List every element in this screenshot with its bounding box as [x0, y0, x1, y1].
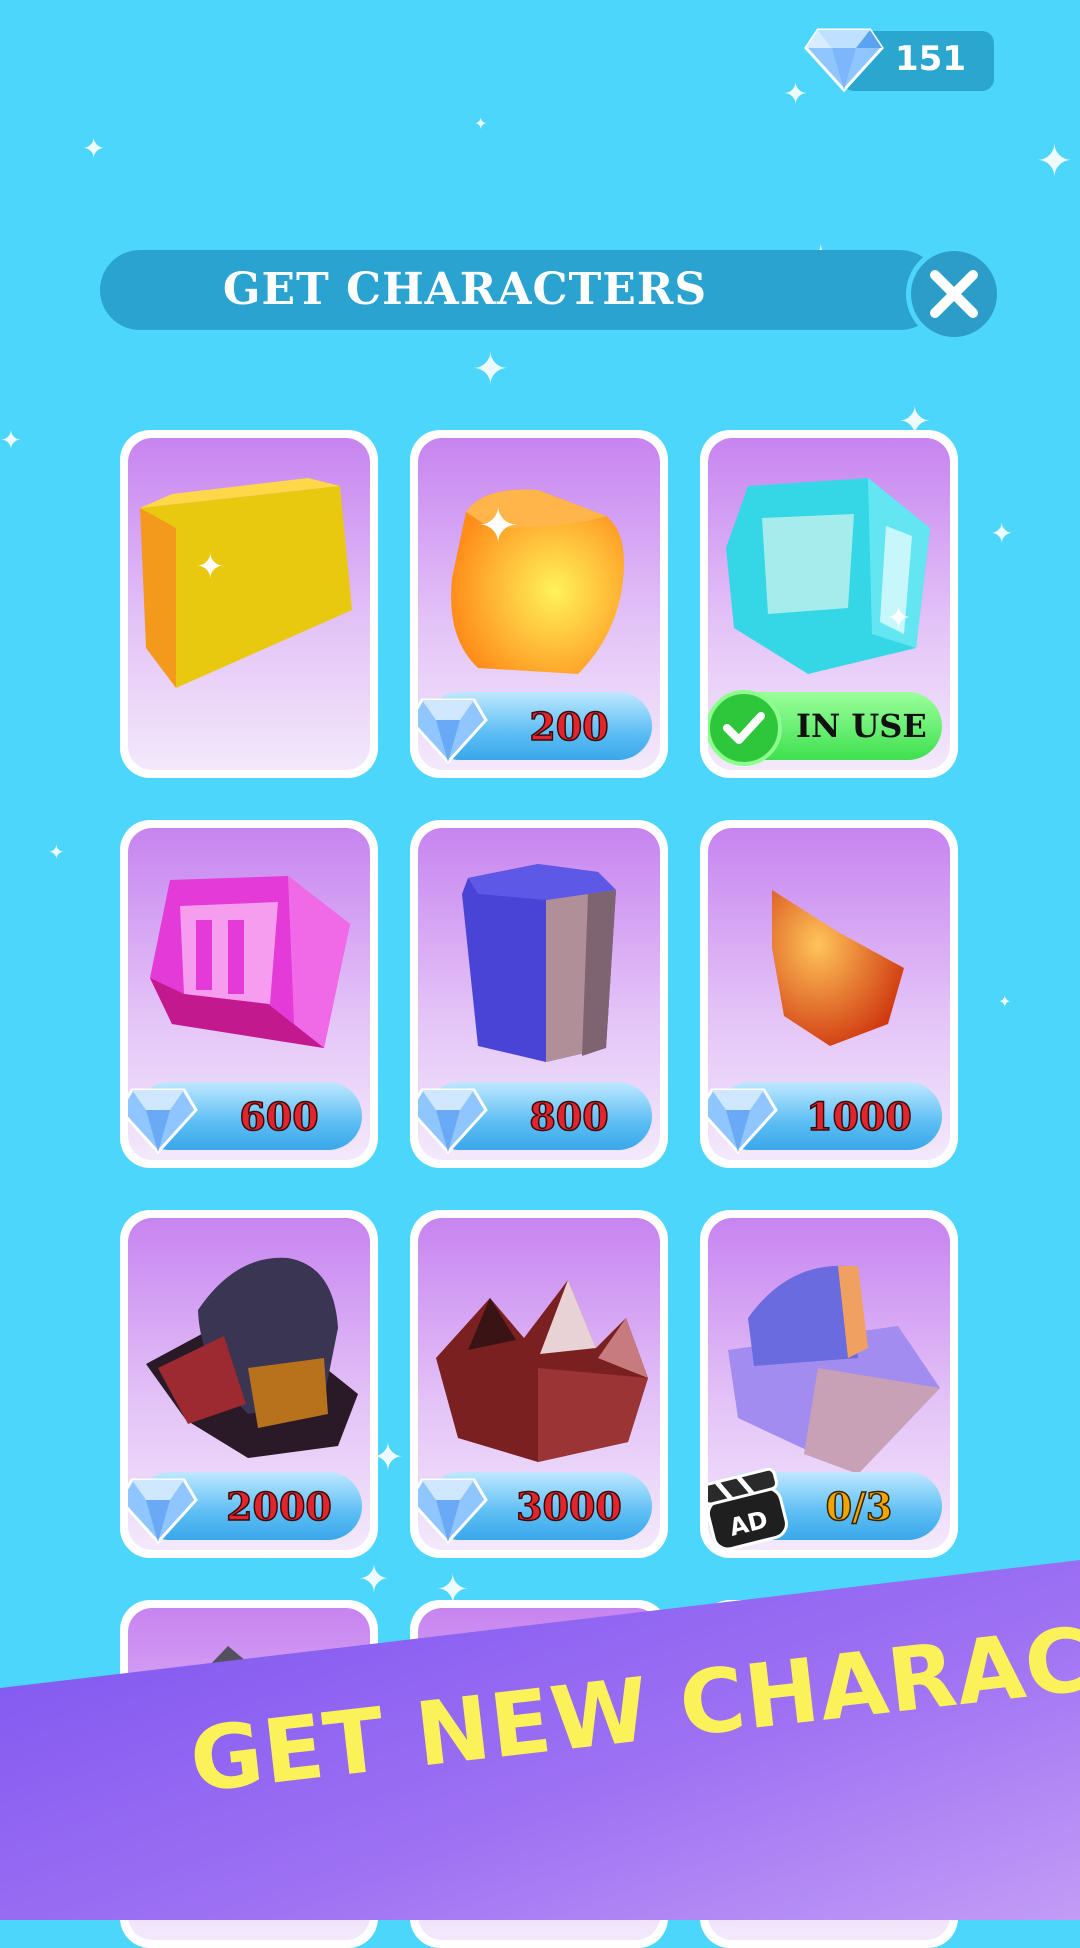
diamond-icon — [128, 1088, 198, 1155]
character-card-red-crown[interactable]: 3000 — [410, 1210, 668, 1558]
character-card-blue-prism[interactable]: 800 — [410, 820, 668, 1168]
sparkle: ✦ — [1036, 136, 1073, 187]
diamond-icon — [418, 1088, 488, 1155]
sparkle: ✦ — [48, 840, 65, 864]
price-label: 800 — [529, 1093, 610, 1140]
diamond-icon — [708, 1088, 778, 1155]
diamond-icon — [128, 1478, 198, 1545]
character-card-lilac-block[interactable]: 0/3 AD — [700, 1210, 958, 1558]
character-card-dark-rock[interactable]: 2000 — [120, 1210, 378, 1558]
character-card-pink-gem[interactable]: 600 — [120, 820, 378, 1168]
svg-text:✦: ✦ — [196, 547, 225, 587]
character-card-yellow-cube[interactable]: ✦ — [120, 430, 378, 778]
yellow-cube-art: ✦ — [140, 478, 352, 688]
svg-text:✦: ✦ — [478, 498, 518, 554]
character-card-orange-cube[interactable]: ✦ 200 — [410, 430, 668, 778]
checkmark-icon — [708, 690, 782, 766]
sparkle: ✦ — [0, 426, 22, 456]
price-label: 2000 — [225, 1483, 332, 1530]
diamond-icon — [418, 1478, 488, 1545]
price-label: 3000 — [515, 1483, 622, 1530]
sparkle: ✦ — [998, 992, 1012, 1011]
character-card-orange-shard[interactable]: 1000 — [700, 820, 958, 1168]
price-label: 200 — [529, 703, 610, 750]
in-use-label: IN USE — [796, 707, 927, 745]
price-label: 600 — [239, 1093, 320, 1140]
diamond-icon — [804, 28, 884, 92]
sparkle: ✦ — [474, 114, 488, 133]
close-button[interactable] — [906, 246, 1002, 342]
header-bar: GET CHARACTERS — [100, 250, 940, 330]
gem-count: 151 — [895, 39, 966, 79]
price-label: 1000 — [805, 1093, 912, 1140]
sparkle: ✦ — [990, 517, 1014, 550]
sparkle: ✦ — [358, 1557, 390, 1601]
page-title: GET CHARACTERS — [222, 264, 708, 315]
close-icon — [930, 270, 978, 318]
sparkle: ✦ — [82, 132, 106, 165]
ad-progress: 0/3 — [825, 1483, 893, 1530]
svg-text:✦: ✦ — [886, 601, 911, 636]
character-card-cyan-gem[interactable]: ✦ IN USE — [700, 430, 958, 778]
diamond-icon — [418, 698, 488, 765]
sparkle: ✦ — [472, 344, 509, 395]
